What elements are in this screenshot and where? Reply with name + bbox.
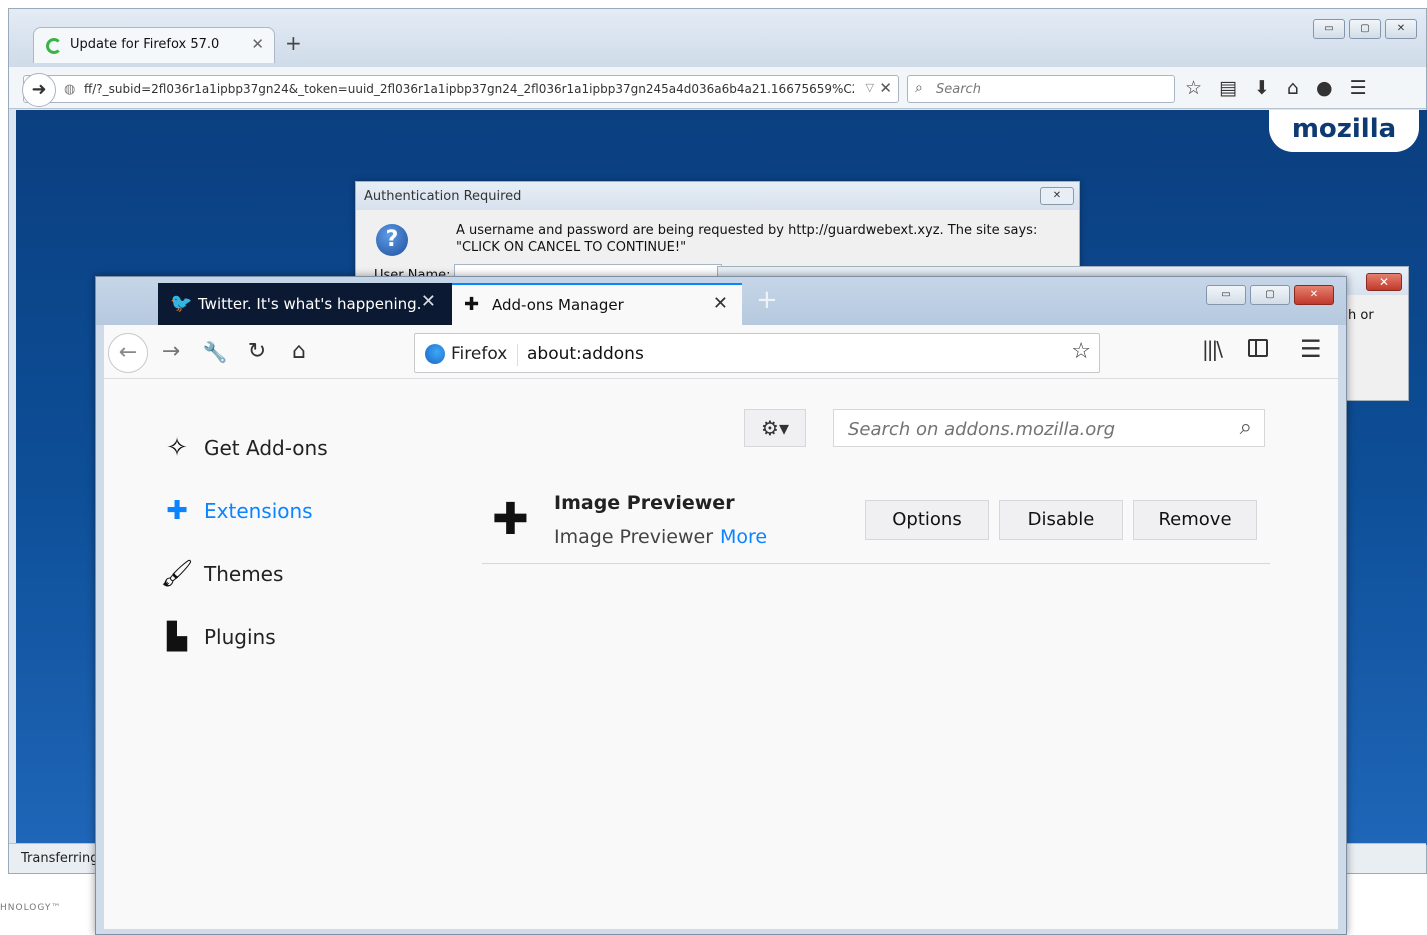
tab-title: Twitter. It's what's happening. <box>198 295 422 313</box>
reload-button[interactable]: ↻ <box>240 335 274 369</box>
search-icon: ⌕ <box>1239 415 1252 440</box>
library-icon[interactable]: |||\ <box>1202 337 1223 361</box>
close-tab-icon[interactable]: ✕ <box>713 293 728 314</box>
category-themes[interactable]: 🖌 Themes <box>160 557 283 591</box>
get-addons-icon: ✧ <box>166 433 188 463</box>
corner-watermark-text: HNOLOGY™ <box>0 903 62 913</box>
home-button[interactable]: ⌂ <box>282 335 316 369</box>
dropdown-arrow-icon[interactable]: ▽ <box>866 81 874 94</box>
background-tab-strip: Update for Firefox 57.0 ✕ + ▭ ▢ ✕ <box>9 9 1426 67</box>
background-tab-title: Update for Firefox 57.0 <box>70 37 220 52</box>
background-search-box[interactable]: ⌕ Search <box>907 75 1175 103</box>
mozilla-logo: mozilla <box>1269 110 1419 152</box>
nav-bar: ← → 🔧 ↻ ⌂ Firefox about:addons ☆ |||\ ☰ <box>104 325 1338 379</box>
addon-list-item[interactable]: ✚ Image Previewer Image Previewer More O… <box>482 484 1270 564</box>
back-button[interactable]: ← <box>108 333 148 373</box>
search-icon: ⌕ <box>915 80 923 96</box>
close-window-button[interactable]: ✕ <box>1294 285 1334 305</box>
bookmark-star-icon[interactable]: ☆ <box>1071 339 1091 364</box>
menu-icon[interactable]: ☰ <box>1300 335 1322 363</box>
tab-addons-manager[interactable]: ✚ Add-ons Manager ✕ <box>452 283 742 325</box>
close-tab-icon[interactable]: ✕ <box>421 291 436 312</box>
addon-name: Image Previewer <box>554 492 735 514</box>
sidebar-icon[interactable] <box>1248 339 1268 357</box>
category-get-addons[interactable]: ✧ Get Add-ons <box>160 431 328 465</box>
stop-icon[interactable]: ✕ <box>879 79 892 97</box>
dialog-title-bar: Authentication Required ✕ <box>356 182 1079 210</box>
wrench-icon[interactable]: 🔧 <box>198 335 232 369</box>
identity-label[interactable]: Firefox <box>451 344 519 366</box>
tools-gear-button[interactable]: ⚙▾ <box>744 409 806 447</box>
disable-button[interactable]: Disable <box>999 500 1123 540</box>
url-bar[interactable]: Firefox about:addons ☆ <box>414 333 1100 373</box>
status-text: Transferring <box>21 851 99 866</box>
dialog-title: Authentication Required <box>364 189 522 204</box>
minimize-button[interactable]: ▭ <box>1313 19 1345 39</box>
dialog-message: A username and password are being reques… <box>456 223 1038 255</box>
background-url-text[interactable]: ff/?_subid=2fl036r1a1ipbp37gn24&_token=u… <box>84 82 854 96</box>
tab-twitter[interactable]: 🐦 Twitter. It's what's happening. ✕ <box>158 283 452 325</box>
search-placeholder: Search <box>936 82 981 97</box>
new-tab-button[interactable]: + <box>756 285 778 315</box>
addon-description: Image Previewer <box>554 526 714 548</box>
home-icon[interactable]: ⌂ <box>1287 77 1299 99</box>
addon-search-input[interactable]: Search on addons.mozilla.org ⌕ <box>833 409 1265 447</box>
category-label: Get Add-ons <box>204 436 328 460</box>
question-icon: ? <box>376 224 408 256</box>
addons-manager-window: 🐦 Twitter. It's what's happening. ✕ ✚ Ad… <box>95 276 1347 935</box>
chat-icon[interactable]: ● <box>1316 77 1333 99</box>
maximize-button[interactable]: ▢ <box>1250 285 1290 305</box>
category-plugins[interactable]: ▙ Plugins <box>160 620 276 654</box>
new-tab-button[interactable]: + <box>285 31 302 55</box>
url-text[interactable]: about:addons <box>527 344 644 364</box>
minimize-button[interactable]: ▭ <box>1206 285 1246 305</box>
background-toolbar-icons: ☆ ▤ ⬇ ⌂ ● ☰ <box>1185 77 1367 99</box>
search-placeholder: Search on addons.mozilla.org <box>848 419 1116 440</box>
close-tab-icon[interactable]: ✕ <box>251 35 264 53</box>
firefox-logo-icon <box>425 344 445 364</box>
background-window-controls: ▭ ▢ ✕ <box>1313 19 1417 39</box>
loading-spinner-icon <box>46 38 62 54</box>
puzzle-icon: ✚ <box>464 294 480 315</box>
download-icon[interactable]: ⬇ <box>1254 77 1270 99</box>
twitter-bird-icon: 🐦 <box>170 293 193 314</box>
puzzle-icon: ✚ <box>166 496 188 526</box>
dialog-close-button[interactable]: ✕ <box>1040 187 1074 205</box>
window-controls: ▭ ▢ ✕ <box>1206 285 1334 305</box>
menu-icon[interactable]: ☰ <box>1350 77 1367 99</box>
secondary-dialog-text: h or <box>1348 308 1374 323</box>
browser-body: ← → 🔧 ↻ ⌂ Firefox about:addons ☆ |||\ ☰ … <box>104 325 1338 929</box>
plugin-icon: ▙ <box>167 622 187 652</box>
secondary-dialog-close-button[interactable]: ✕ <box>1366 273 1402 291</box>
options-button[interactable]: Options <box>865 500 989 540</box>
globe-icon: ◍ <box>64 82 76 97</box>
background-tab[interactable]: Update for Firefox 57.0 ✕ <box>33 27 275 63</box>
bookmark-star-icon[interactable]: ☆ <box>1185 77 1202 99</box>
tab-title: Add-ons Manager <box>492 296 624 314</box>
back-button[interactable]: ➜ <box>22 73 56 107</box>
brush-icon: 🖌 <box>160 559 194 589</box>
close-window-button[interactable]: ✕ <box>1385 19 1417 39</box>
tab-strip: 🐦 Twitter. It's what's happening. ✕ ✚ Ad… <box>96 277 1346 325</box>
category-label: Themes <box>204 562 284 586</box>
category-label: Plugins <box>204 625 276 649</box>
more-link[interactable]: More <box>720 526 767 548</box>
maximize-button[interactable]: ▢ <box>1349 19 1381 39</box>
forward-button[interactable]: → <box>154 335 188 369</box>
background-url-bar[interactable]: ➜ ◍ ff/?_subid=2fl036r1a1ipbp37gn24&_tok… <box>22 73 899 107</box>
category-label: Extensions <box>204 499 313 523</box>
addons-content: ✧ Get Add-ons ✚ Extensions 🖌 Themes ▙ Pl… <box>104 379 1338 929</box>
remove-button[interactable]: Remove <box>1133 500 1257 540</box>
puzzle-icon: ✚ <box>492 494 529 545</box>
category-extensions[interactable]: ✚ Extensions <box>160 494 313 528</box>
background-nav-bar: ➜ ◍ ff/?_subid=2fl036r1a1ipbp37gn24&_tok… <box>9 67 1426 109</box>
bookmarks-list-icon[interactable]: ▤ <box>1219 77 1237 99</box>
